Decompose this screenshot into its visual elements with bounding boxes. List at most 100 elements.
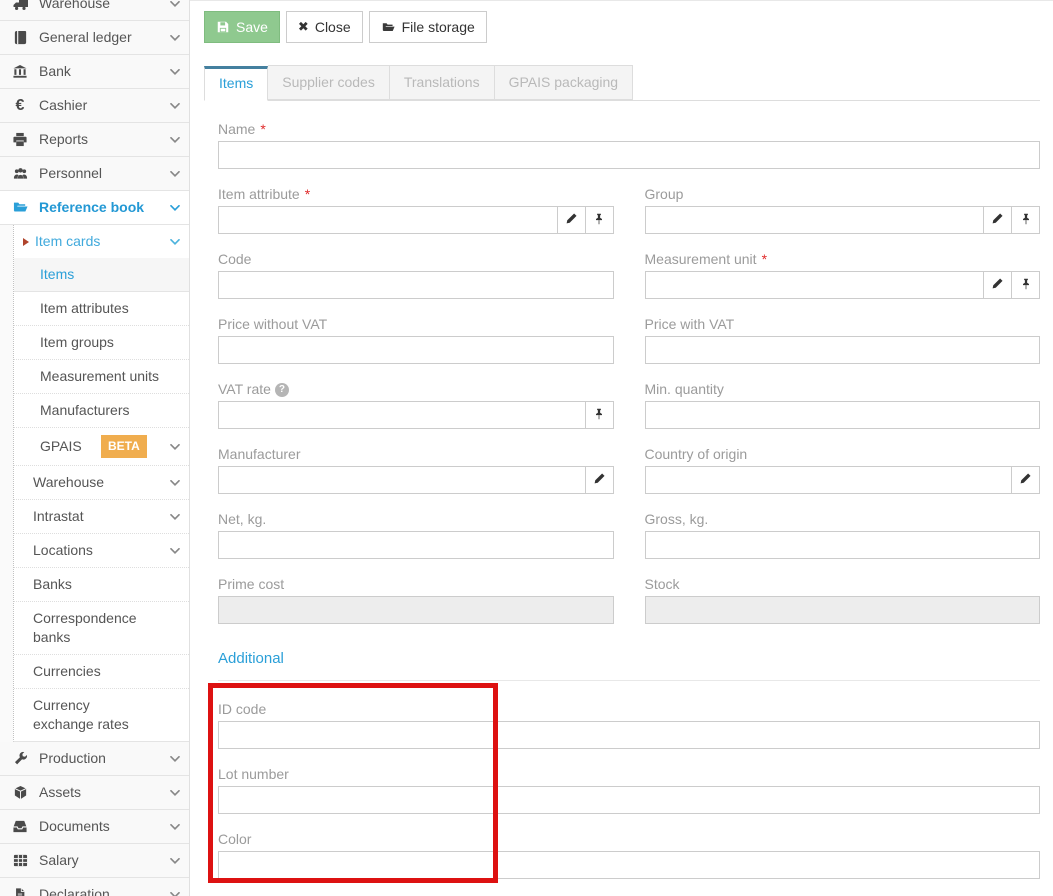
item-attribute-edit-button[interactable] — [557, 206, 586, 234]
chevron-down-icon — [170, 35, 180, 41]
group-input[interactable] — [645, 206, 985, 234]
truck-icon — [10, 0, 30, 12]
gross-kg-input[interactable] — [645, 531, 1041, 559]
field-label: Lot number — [218, 766, 289, 783]
sidebar-item-general-ledger[interactable]: General ledger — [0, 21, 189, 55]
sidebar-item-manufacturers[interactable]: Manufacturers — [14, 394, 189, 428]
group-pin-button[interactable] — [1011, 206, 1040, 234]
name-input[interactable] — [218, 141, 1040, 169]
sidebar-item-item-groups[interactable]: Item groups — [14, 326, 189, 360]
sidebar-item-label: Intrastat — [33, 507, 84, 526]
chevron-down-icon — [170, 480, 180, 486]
sidebar-item-declaration[interactable]: Declaration — [0, 878, 189, 896]
field-manufacturer: Manufacturer — [218, 446, 614, 494]
sidebar-item-currency-exchange-rates[interactable]: Currency exchange rates — [14, 689, 189, 741]
price-with-vat-input[interactable] — [645, 336, 1041, 364]
sidebar-item-label: Correspondence banks — [33, 609, 149, 647]
help-icon[interactable]: ? — [275, 383, 289, 397]
measurement-unit-pin-button[interactable] — [1011, 271, 1040, 299]
sidebar-item-items[interactable]: Items — [14, 258, 189, 292]
vat-rate-pin-button[interactable] — [585, 401, 614, 429]
field-label: VAT rate — [218, 381, 271, 398]
item-attribute-input[interactable] — [218, 206, 558, 234]
sidebar-item-label: Item groups — [40, 333, 114, 352]
net-kg-input[interactable] — [218, 531, 614, 559]
sidebar-item-measurement-units[interactable]: Measurement units — [14, 360, 189, 394]
beta-badge: BETA — [101, 435, 147, 458]
sidebar-item-reports[interactable]: Reports — [0, 123, 189, 157]
book-icon — [10, 30, 30, 45]
sidebar-item-label: Cashier — [39, 96, 161, 115]
pencil-icon — [593, 472, 606, 488]
country-of-origin-input[interactable] — [645, 466, 1013, 494]
tab-translations[interactable]: Translations — [390, 65, 495, 100]
sidebar-item-cashier[interactable]: € Cashier — [0, 89, 189, 123]
min-quantity-input[interactable] — [645, 401, 1041, 429]
chevron-down-icon — [170, 514, 180, 520]
vat-rate-input[interactable] — [218, 401, 586, 429]
sidebar-item-currencies[interactable]: Currencies — [14, 655, 189, 689]
sidebar-item-locations[interactable]: Locations — [14, 534, 189, 568]
field-name: Name* — [218, 121, 1040, 169]
sidebar-item-warehouse[interactable]: Warehouse — [0, 0, 189, 21]
field-vat-rate: VAT rate? — [218, 381, 614, 429]
field-label: Price without VAT — [218, 316, 327, 333]
tab-gpais-packaging[interactable]: GPAIS packaging — [495, 65, 633, 100]
lot-number-input[interactable] — [218, 786, 1040, 814]
chevron-down-icon — [170, 756, 180, 762]
sidebar-item-bank[interactable]: Bank — [0, 55, 189, 89]
sidebar-item-correspondence-banks[interactable]: Correspondence banks — [14, 602, 189, 655]
field-label: Name — [218, 121, 255, 138]
field-label: Prime cost — [218, 576, 284, 593]
section-additional-link[interactable]: Additional — [218, 650, 1040, 668]
sidebar-item-banks[interactable]: Banks — [14, 568, 189, 602]
measurement-unit-edit-button[interactable] — [983, 271, 1012, 299]
field-id-code: ID code — [218, 701, 1040, 749]
measurement-unit-input[interactable] — [645, 271, 985, 299]
sidebar-item-intrastat[interactable]: Intrastat — [14, 500, 189, 534]
sidebar-item-label: Reports — [39, 130, 161, 149]
sidebar-item-warehouse-ref[interactable]: Warehouse — [14, 466, 189, 500]
id-code-input[interactable] — [218, 721, 1040, 749]
field-item-attribute: Item attribute* — [218, 186, 614, 234]
sidebar-item-label: Personnel — [39, 164, 161, 183]
color-input[interactable] — [218, 851, 1040, 879]
sidebar-item-gpais[interactable]: GPAIS BETA — [14, 428, 189, 466]
pencil-icon — [991, 277, 1004, 293]
sidebar-item-item-attributes[interactable]: Item attributes — [14, 292, 189, 326]
manufacturer-edit-button[interactable] — [585, 466, 614, 494]
tab-supplier-codes[interactable]: Supplier codes — [268, 65, 390, 100]
field-label: Item attribute — [218, 186, 300, 203]
country-of-origin-edit-button[interactable] — [1011, 466, 1040, 494]
save-button[interactable]: Save — [204, 11, 280, 43]
sidebar-item-production[interactable]: Production — [0, 742, 189, 776]
field-net-kg: Net, kg. — [218, 511, 614, 559]
sidebar-item-personnel[interactable]: Personnel — [0, 157, 189, 191]
sidebar-item-salary[interactable]: Salary — [0, 844, 189, 878]
sidebar: Warehouse General ledger Bank € Cashier … — [0, 0, 190, 896]
sidebar-item-documents[interactable]: Documents — [0, 810, 189, 844]
sidebar-item-label: Locations — [33, 541, 93, 560]
chevron-down-icon — [170, 239, 180, 245]
item-attribute-pin-button[interactable] — [585, 206, 614, 234]
sidebar-item-label: GPAIS — [40, 437, 82, 456]
code-input[interactable] — [218, 271, 614, 299]
close-button[interactable]: ✖ Close — [286, 11, 363, 43]
sidebar-item-reference-book[interactable]: Reference book — [0, 191, 189, 225]
sidebar-item-assets[interactable]: Assets — [0, 776, 189, 810]
reference-book-submenu: Item cards Items Item attributes Item gr… — [13, 225, 189, 742]
price-without-vat-input[interactable] — [218, 336, 614, 364]
sidebar-item-label: Manufacturers — [40, 401, 129, 420]
table-icon — [10, 853, 30, 868]
tab-items[interactable]: Items — [204, 66, 268, 101]
main-content: Save ✖ Close File storage Items Supplier… — [190, 0, 1053, 896]
file-storage-button-label: File storage — [402, 18, 475, 36]
chevron-down-icon — [170, 858, 180, 864]
chevron-down-icon — [170, 548, 180, 554]
close-button-label: Close — [315, 18, 351, 36]
chevron-down-icon — [170, 824, 180, 830]
manufacturer-input[interactable] — [218, 466, 586, 494]
sidebar-item-item-cards[interactable]: Item cards — [14, 225, 189, 258]
file-storage-button[interactable]: File storage — [369, 11, 487, 43]
group-edit-button[interactable] — [983, 206, 1012, 234]
